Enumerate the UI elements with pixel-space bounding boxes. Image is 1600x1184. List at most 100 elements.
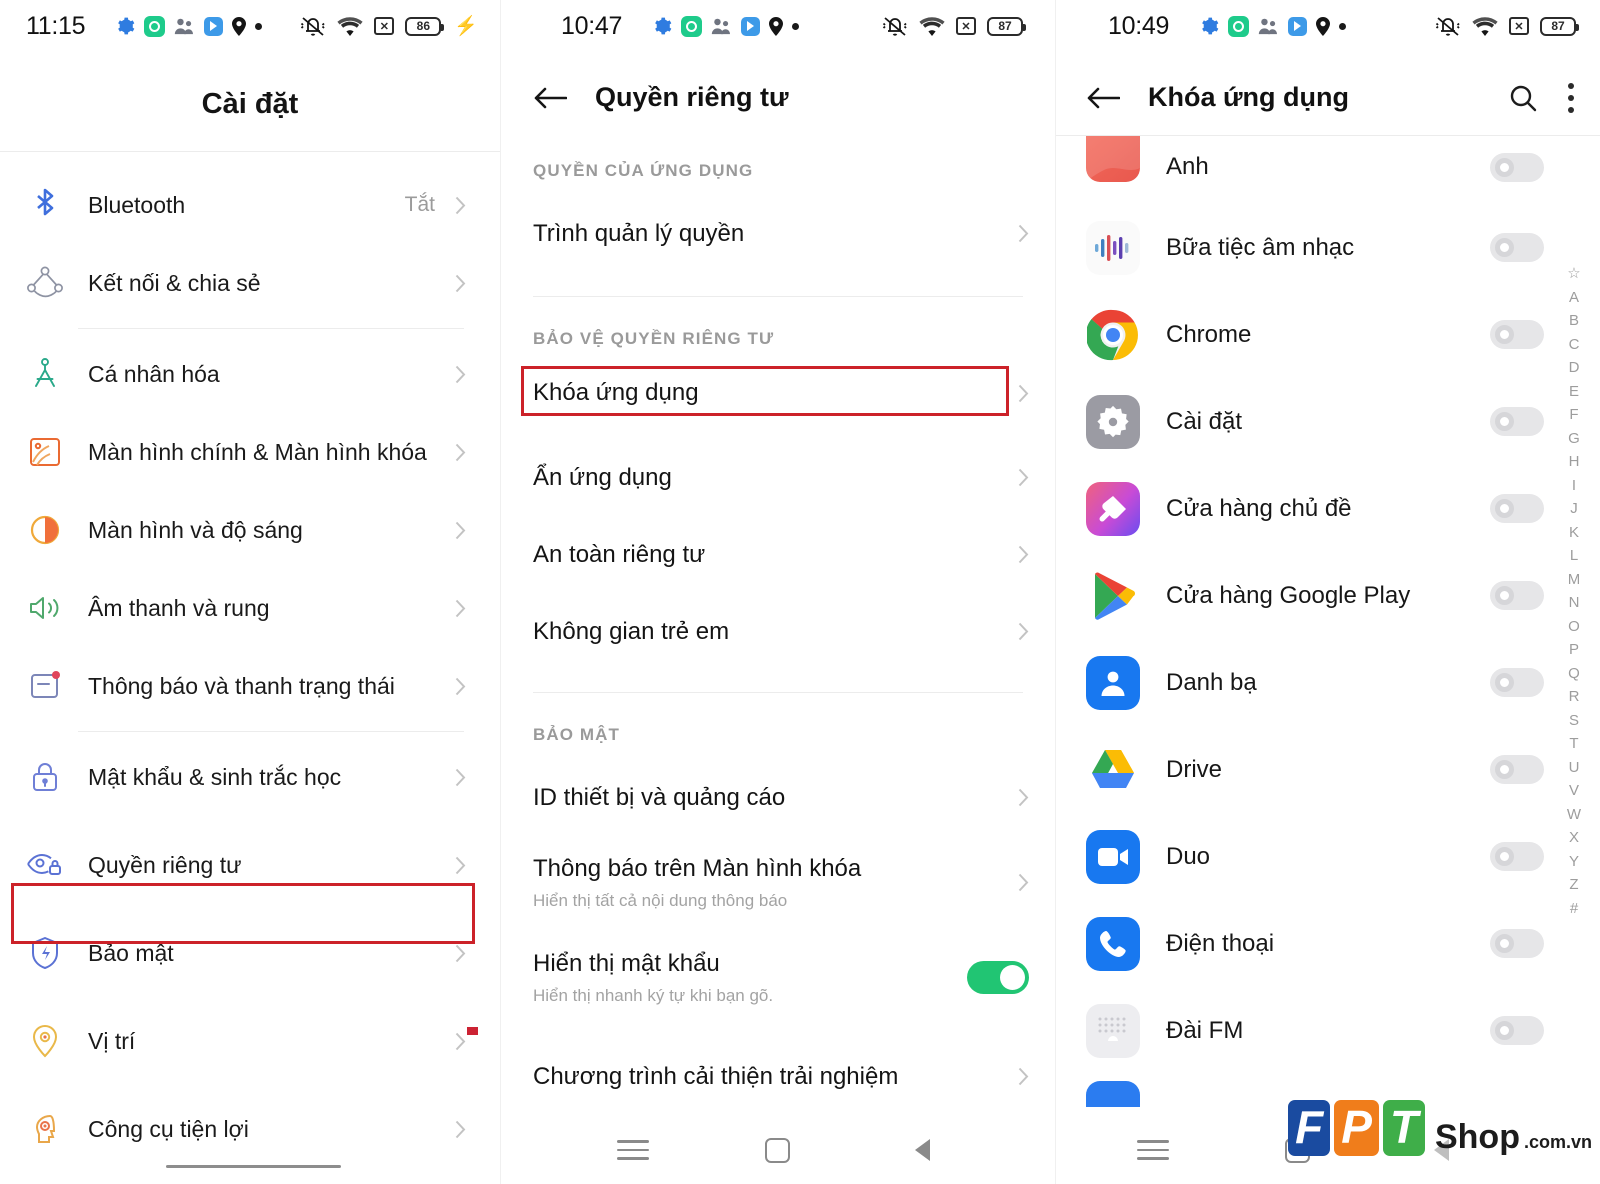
- settings-item-sound-vibration[interactable]: Âm thanh và rung: [0, 569, 500, 647]
- privacy-item-device-ad-id[interactable]: ID thiết bị và quảng cáo: [501, 759, 1055, 836]
- app-row-photos[interactable]: Anh: [1056, 130, 1600, 204]
- privacy-item-hide-apps[interactable]: Ẩn ứng dụng: [501, 439, 1055, 516]
- recents-icon[interactable]: [616, 1135, 650, 1165]
- privacy-item-permission-manager[interactable]: Trình quản lý quyền: [501, 195, 1055, 272]
- wifi-icon: [337, 16, 363, 36]
- alpha-k[interactable]: K: [1569, 521, 1579, 545]
- app-name: Anh: [1166, 153, 1209, 180]
- back-icon[interactable]: [906, 1135, 940, 1165]
- app-lock-toggle[interactable]: [1490, 1016, 1544, 1045]
- fpt-letter-t: T: [1382, 1100, 1425, 1156]
- alpha-p[interactable]: P: [1569, 638, 1579, 662]
- dot-icon: [792, 22, 800, 30]
- alpha-g[interactable]: G: [1568, 427, 1580, 451]
- settings-item-personalization[interactable]: Cá nhân hóa: [0, 335, 500, 413]
- alpha-v[interactable]: V: [1569, 779, 1579, 803]
- app-row-settings[interactable]: Cài đặt: [1056, 378, 1600, 465]
- app-lock-toggle[interactable]: [1490, 929, 1544, 958]
- app-row-chrome[interactable]: Chrome: [1056, 291, 1600, 378]
- app-row-contacts[interactable]: Danh bạ: [1056, 639, 1600, 726]
- alpha-h[interactable]: H: [1569, 450, 1580, 474]
- alpha-u[interactable]: U: [1569, 756, 1580, 780]
- app-lock-toggle[interactable]: [1490, 233, 1544, 262]
- alphabet-index[interactable]: ☆ A B C D E F G H I J K L M N O P Q R S …: [1558, 262, 1590, 920]
- alpha-e[interactable]: E: [1569, 380, 1579, 404]
- alpha-l[interactable]: L: [1570, 544, 1578, 568]
- settings-item-display-brightness[interactable]: Màn hình và độ sáng: [0, 491, 500, 569]
- settings-item-notification-statusbar[interactable]: Thông báo và thanh trạng thái: [0, 647, 500, 725]
- settings-item-convenience-tools[interactable]: Công cụ tiện lợi: [0, 1090, 500, 1168]
- privacy-item-show-password[interactable]: Hiển thị mật khẩu Hiển thị nhanh ký tự k…: [501, 928, 1055, 1026]
- settings-item-label: Màn hình chính & Màn hình khóa: [88, 438, 427, 465]
- alpha-r[interactable]: R: [1569, 685, 1580, 709]
- photos-icon: [1086, 136, 1140, 182]
- privacy-item-lockscreen-notifications[interactable]: Thông báo trên Màn hình khóa Hiển thị tấ…: [501, 836, 1055, 928]
- alpha-o[interactable]: O: [1568, 615, 1580, 639]
- alpha-n[interactable]: N: [1569, 591, 1580, 615]
- alpha-t[interactable]: T: [1569, 732, 1578, 756]
- alpha-m[interactable]: M: [1568, 568, 1581, 592]
- app-row-phone[interactable]: Điện thoại: [1056, 900, 1600, 987]
- overflow-menu-icon[interactable]: [1568, 82, 1574, 113]
- alpha-s[interactable]: S: [1569, 709, 1579, 733]
- alpha-a[interactable]: A: [1569, 286, 1579, 310]
- no-sim-icon: ✕: [374, 17, 395, 35]
- app-lock-toggle[interactable]: [1490, 320, 1544, 349]
- privacy-item-private-safe[interactable]: An toàn riêng tư: [501, 516, 1055, 593]
- app-row-drive[interactable]: Drive: [1056, 726, 1600, 813]
- app-lock-toggle[interactable]: [1490, 755, 1544, 784]
- privacy-item-app-lock[interactable]: Khóa ứng dụng: [501, 363, 1055, 423]
- alpha-z[interactable]: Z: [1569, 873, 1578, 897]
- app-lock-toggle[interactable]: [1490, 494, 1544, 523]
- alpha-c[interactable]: C: [1569, 333, 1580, 357]
- back-arrow-icon[interactable]: [533, 85, 568, 111]
- alpha-y[interactable]: Y: [1569, 850, 1579, 874]
- settings-item-home-lock-screen[interactable]: Màn hình chính & Màn hình khóa: [0, 413, 500, 491]
- home-icon[interactable]: [761, 1135, 795, 1165]
- alpha-q[interactable]: Q: [1568, 662, 1580, 686]
- alpha-hash[interactable]: #: [1570, 897, 1578, 921]
- alpha-w[interactable]: W: [1567, 803, 1581, 827]
- app-row-duo[interactable]: Duo: [1056, 813, 1600, 900]
- settings-item-security[interactable]: Bảo mật: [0, 914, 500, 992]
- alpha-d[interactable]: D: [1569, 356, 1580, 380]
- privacy-item-experience-program[interactable]: Chương trình cải thiện trải nghiệm: [501, 1038, 1055, 1115]
- row-title: Không gian trẻ em: [533, 617, 730, 645]
- app-row-fm-radio[interactable]: Đài FM: [1056, 987, 1600, 1074]
- location-pin-icon: [769, 16, 784, 36]
- alpha-x[interactable]: X: [1569, 826, 1579, 850]
- alpha-j[interactable]: J: [1570, 497, 1578, 521]
- privacy-item-kids-space[interactable]: Không gian trẻ em: [501, 593, 1055, 670]
- app-lock-toggle[interactable]: [1490, 842, 1544, 871]
- back-arrow-icon[interactable]: [1086, 85, 1121, 111]
- no-sim-icon: ✕: [956, 17, 976, 35]
- app-lock-toggle[interactable]: [1490, 668, 1544, 697]
- show-password-toggle[interactable]: [967, 960, 1029, 994]
- settings-item-connection-sharing[interactable]: Kết nối & chia sẻ: [0, 244, 500, 322]
- settings-item-bluetooth[interactable]: Bluetooth Tắt: [0, 166, 500, 244]
- music-party-icon: [1086, 220, 1140, 275]
- app-lock-toggle[interactable]: [1490, 152, 1544, 182]
- app-row-music-party[interactable]: Bữa tiệc âm nhạc: [1056, 204, 1600, 291]
- app-lock-list: Anh Bữa tiệc âm nhạc Chrome Cài đặt Cửa …: [1056, 130, 1600, 1114]
- recents-icon[interactable]: [1136, 1135, 1170, 1165]
- chevron-right-icon: [1018, 468, 1029, 487]
- app-row-theme-store[interactable]: Cửa hàng chủ đề: [1056, 465, 1600, 552]
- nav-header-2: Quyền riêng tư: [501, 52, 1055, 135]
- head-gear-icon: [24, 1112, 66, 1146]
- alpha-f[interactable]: F: [1569, 403, 1578, 427]
- app-lock-toggle[interactable]: [1490, 581, 1544, 610]
- search-icon[interactable]: [1508, 83, 1538, 113]
- settings-item-location[interactable]: Vị trí: [0, 1002, 500, 1080]
- nav-header-3: Khóa ứng dụng: [1056, 52, 1600, 135]
- app-name: Chrome: [1166, 320, 1252, 348]
- settings-item-password-biometrics[interactable]: Mật khẩu & sinh trắc học: [0, 738, 500, 816]
- alpha-star[interactable]: ☆: [1567, 262, 1580, 286]
- alpha-b[interactable]: B: [1569, 309, 1579, 333]
- settings-item-privacy[interactable]: Quyền riêng tư: [0, 826, 500, 904]
- app-row-play-store[interactable]: Cửa hàng Google Play: [1056, 552, 1600, 639]
- alpha-i[interactable]: I: [1572, 474, 1576, 498]
- fpt-shop-watermark: F P T Shop .com.vn: [1288, 1100, 1592, 1156]
- app-lock-toggle[interactable]: [1490, 407, 1544, 436]
- settings-item-label: Cá nhân hóa: [88, 360, 220, 387]
